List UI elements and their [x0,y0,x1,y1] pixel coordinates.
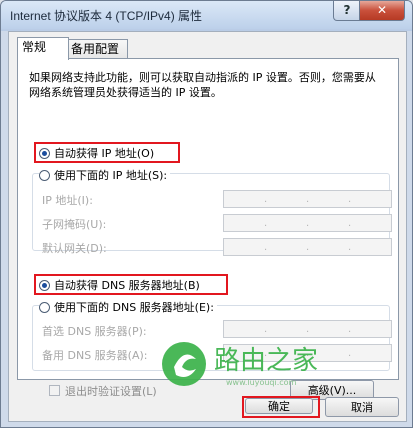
preferred-dns-label: 首选 DNS 服务器(P): [42,325,147,338]
window-title: Internet 协议版本 4 (TCP/IPv4) 属性 [10,9,203,23]
close-button[interactable]: ✕ [359,1,405,21]
auto-dns-radio[interactable] [39,279,50,291]
auto-ip-option[interactable]: 自动获得 IP 地址(O) [39,145,154,161]
manual-dns-radio[interactable] [39,301,50,313]
default-gateway-label: 默认网关(D): [42,242,107,255]
ip-address-label: IP 地址(I): [42,194,93,207]
subnet-mask-label: 子网掩码(U): [42,218,107,231]
default-gateway-input[interactable]: . . . [223,238,392,256]
description-text: 如果网络支持此功能，则可以获取自动指派的 IP 设置。否则，您需要从网络系统管理… [29,71,376,99]
help-button[interactable]: ? [333,1,361,21]
validate-label: 退出时验证设置(L) [65,385,157,398]
tab-general[interactable]: 常规 [17,37,69,60]
brand-watermark: 路由之家 www.luyouqi.com [162,342,318,387]
ok-button[interactable]: 确定 [245,398,313,414]
auto-dns-label: 自动获得 DNS 服务器地址(B) [54,279,200,292]
ip-address-input[interactable]: . . . [223,190,392,208]
manual-ip-label: 使用下面的 IP 地址(S): [54,169,168,182]
auto-ip-radio[interactable] [39,147,50,159]
subnet-mask-input[interactable]: . . . [223,214,392,232]
cancel-button[interactable]: 取消 [325,397,399,417]
watermark-text: 路由之家 [214,346,318,376]
alternate-dns-label: 备用 DNS 服务器(A): [42,349,148,362]
manual-dns-label: 使用下面的 DNS 服务器地址(E): [54,301,214,314]
auto-dns-option[interactable]: 自动获得 DNS 服务器地址(B) [39,277,200,293]
manual-dns-option[interactable]: 使用下面的 DNS 服务器地址(E): [39,299,217,315]
watermark-logo-icon [162,342,206,386]
title-bar[interactable]: Internet 协议版本 4 (TCP/IPv4) 属性 ? ✕ [1,1,412,29]
tab-alternate-config[interactable]: 备用配置 [66,39,128,59]
auto-ip-label: 自动获得 IP 地址(O) [54,147,155,160]
watermark-subtext: www.luyouqi.com [226,378,297,387]
validate-checkbox[interactable] [49,385,60,396]
manual-ip-option[interactable]: 使用下面的 IP 地址(S): [39,167,171,183]
general-panel: 如果网络支持此功能，则可以获取自动指派的 IP 设置。否则，您需要从网络系统管理… [17,58,399,400]
manual-ip-radio[interactable] [39,169,50,181]
preferred-dns-input[interactable]: . . . [223,320,392,338]
